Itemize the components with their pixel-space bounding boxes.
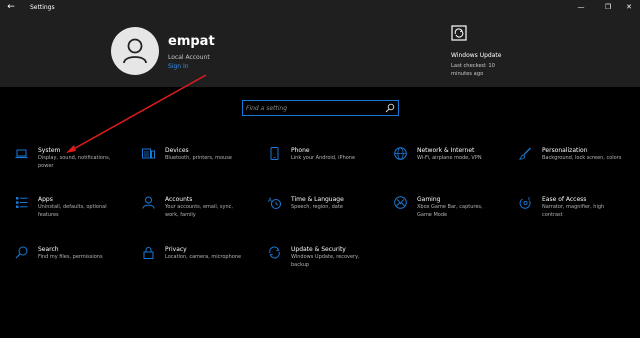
annotation-arrow-icon bbox=[66, 74, 207, 153]
